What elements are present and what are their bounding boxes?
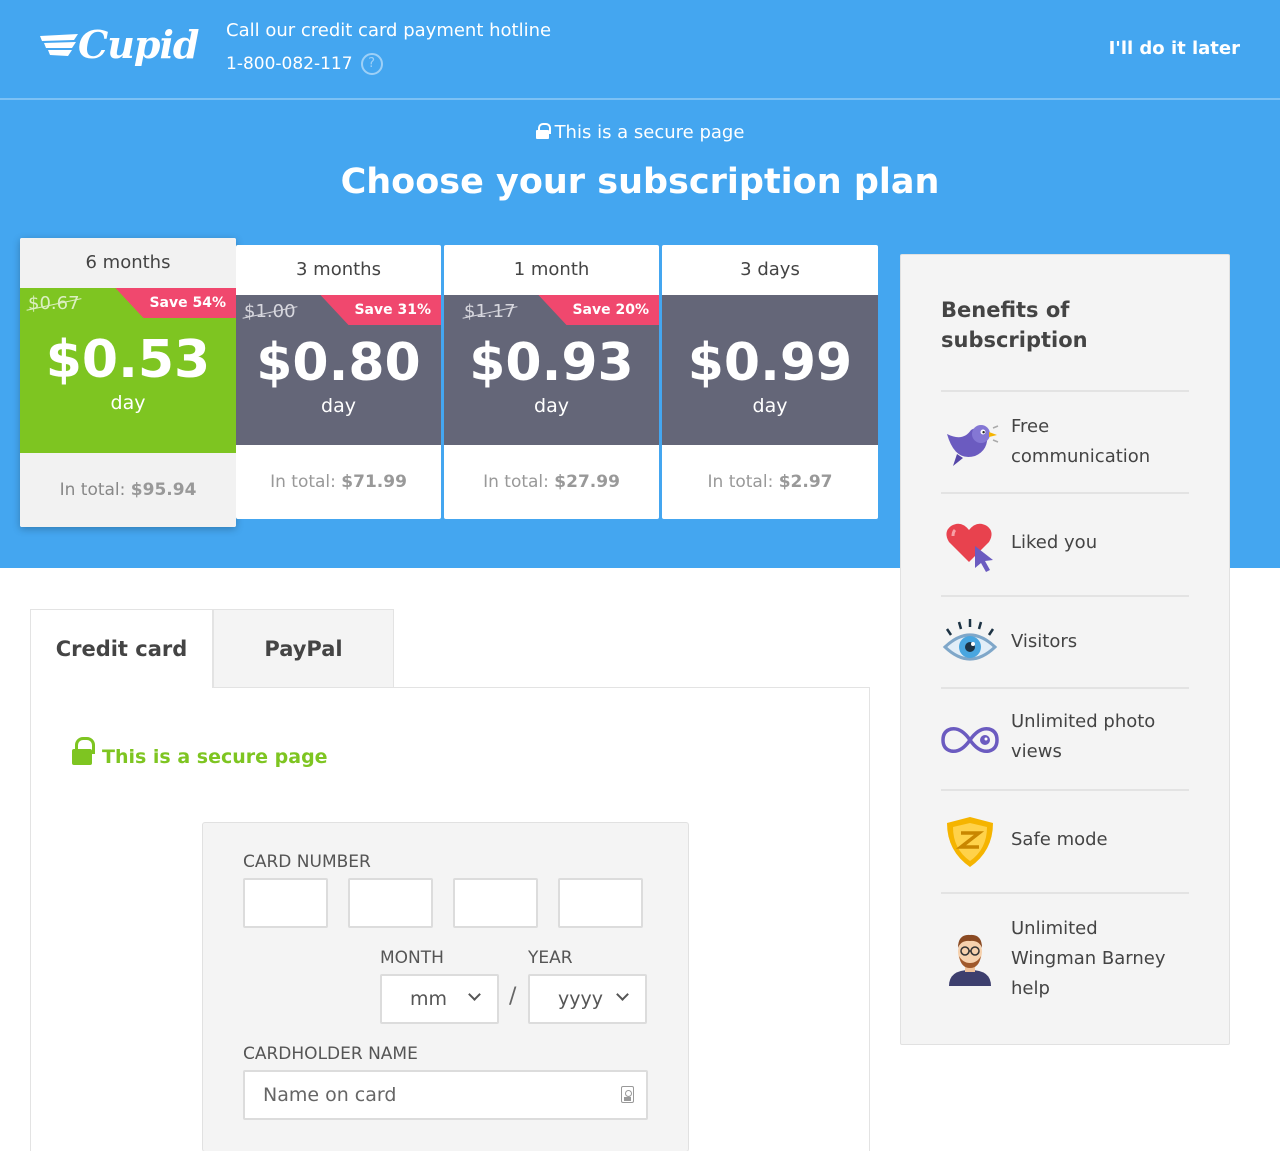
card-number-field-3[interactable] bbox=[453, 878, 538, 928]
total-label: In total: bbox=[483, 472, 549, 492]
later-link[interactable]: I'll do it later bbox=[1109, 38, 1240, 59]
total-label: In total: bbox=[707, 472, 774, 492]
benefit-label: Unlimited Wingman Barney help bbox=[1011, 918, 1166, 999]
old-price: $1.17 bbox=[464, 301, 516, 322]
secure-page-notice-payment: This is a secure page bbox=[72, 737, 328, 768]
chevron-down-icon bbox=[468, 988, 481, 1001]
plan-price: $0.80 bbox=[256, 333, 421, 393]
plan-per: day bbox=[321, 395, 356, 417]
save-badge: Save 20% bbox=[538, 295, 659, 325]
plan-price-box: $1.00 Save 31% $0.80 day bbox=[236, 295, 441, 445]
month-label: MONTH bbox=[380, 948, 444, 968]
plan-3-months[interactable]: 3 months $1.00 Save 31% $0.80 day In tot… bbox=[236, 245, 441, 519]
benefit-free-communication: Free communication bbox=[941, 390, 1189, 492]
logo-text: Cupid bbox=[78, 22, 199, 67]
wingman-avatar-icon bbox=[949, 934, 991, 986]
bird-icon bbox=[947, 425, 999, 466]
save-badge: Save 54% bbox=[115, 288, 236, 318]
benefit-label: Safe mode bbox=[1011, 829, 1108, 850]
benefit-label: Liked you bbox=[1011, 532, 1098, 553]
cupid-logo[interactable]: Cupid bbox=[38, 18, 199, 80]
total-label: In total: bbox=[270, 472, 336, 492]
plan-duration: 3 days bbox=[740, 259, 800, 280]
plan-per: day bbox=[752, 395, 788, 417]
plan-price-box: $0.67 Save 54% $0.53 day bbox=[20, 288, 236, 453]
save-badge: Save 31% bbox=[320, 295, 441, 325]
hotline-phone-number: 1-800-082-117 bbox=[226, 54, 353, 74]
plan-total: In total: $2.97 bbox=[662, 445, 878, 519]
card-number-field-1[interactable] bbox=[243, 878, 328, 928]
benefit-label: Visitors bbox=[1011, 631, 1078, 652]
plan-price: $0.99 bbox=[687, 333, 853, 393]
month-value: mm bbox=[410, 988, 448, 1010]
total-value: $95.94 bbox=[130, 480, 197, 500]
year-value: yyyy bbox=[558, 988, 603, 1010]
lock-icon bbox=[535, 123, 551, 139]
plan-per: day bbox=[110, 392, 146, 414]
card-number-field-4[interactable] bbox=[558, 878, 643, 928]
benefit-safe-mode: Safe mode bbox=[941, 789, 1189, 892]
plan-price-box: $0.99 day bbox=[662, 295, 878, 445]
benefits-panel: Benefits of subscription Free communicat… bbox=[900, 254, 1230, 1045]
benefit-label: Free communication bbox=[1011, 416, 1151, 467]
plan-duration: 6 months bbox=[20, 238, 236, 288]
plan-duration: 3 months bbox=[296, 259, 381, 280]
shield-icon bbox=[947, 817, 993, 867]
total-label: In total: bbox=[59, 480, 126, 500]
chevron-down-icon bbox=[616, 988, 629, 1001]
benefit-label: Unlimited photo views bbox=[1011, 711, 1156, 762]
secure-text: This is a secure page bbox=[102, 746, 328, 768]
secure-text: This is a secure page bbox=[554, 122, 745, 143]
infinity-eye-icon bbox=[941, 726, 999, 754]
plan-per: day bbox=[534, 395, 569, 417]
plan-total: In total: $95.94 bbox=[20, 453, 236, 527]
hotline: Call our credit card payment hotline 1-8… bbox=[226, 20, 551, 75]
plan-duration: 1 month bbox=[513, 259, 590, 280]
card-number-label: CARD NUMBER bbox=[243, 852, 371, 872]
date-separator: / bbox=[509, 984, 517, 1009]
secure-page-notice: This is a secure page bbox=[0, 122, 1280, 143]
contact-card-icon bbox=[621, 1086, 634, 1103]
page-title: Choose your subscription plan bbox=[340, 162, 940, 202]
eye-icon bbox=[942, 619, 998, 661]
old-price: $0.67 bbox=[28, 293, 80, 314]
benefit-wingman-barney: Unlimited Wingman Barney help bbox=[941, 892, 1189, 1022]
hotline-phone: 1-800-082-117? bbox=[226, 53, 551, 75]
heart-cursor-icon bbox=[946, 523, 993, 572]
plan-total: In total: $71.99 bbox=[236, 445, 441, 519]
plan-total: In total: $27.99 bbox=[444, 445, 659, 519]
card-number-field-2[interactable] bbox=[348, 878, 433, 928]
plan-1-month[interactable]: 1 month $1.17 Save 20% $0.93 day In tota… bbox=[444, 245, 659, 519]
lock-icon bbox=[72, 737, 95, 765]
total-value: $71.99 bbox=[341, 472, 407, 492]
benefit-liked-you: Liked you bbox=[941, 492, 1189, 595]
benefit-visitors: Visitors bbox=[941, 595, 1189, 687]
old-price: $1.00 bbox=[244, 301, 296, 322]
year-label: YEAR bbox=[528, 948, 573, 968]
help-icon[interactable]: ? bbox=[360, 53, 383, 75]
cardholder-placeholder: Name on card bbox=[263, 1084, 397, 1106]
benefit-unlimited-photo-views: Unlimited photo views bbox=[941, 687, 1189, 789]
tab-credit-card[interactable]: Credit card bbox=[30, 609, 213, 688]
cardholder-label: CARDHOLDER NAME bbox=[243, 1044, 418, 1064]
hotline-label: Call our credit card payment hotline bbox=[226, 20, 552, 41]
cardholder-name-input[interactable]: Name on card bbox=[243, 1070, 648, 1120]
plan-price-box: $1.17 Save 20% $0.93 day bbox=[444, 295, 659, 445]
top-bar: Cupid Call our credit card payment hotli… bbox=[0, 0, 1280, 100]
month-select[interactable]: mm bbox=[380, 974, 499, 1024]
plan-6-months[interactable]: 6 months $0.67 Save 54% $0.53 day In tot… bbox=[20, 238, 236, 527]
plan-price: $0.53 bbox=[45, 330, 211, 390]
plan-price: $0.93 bbox=[469, 333, 634, 393]
total-value: $27.99 bbox=[554, 472, 620, 492]
plan-3-days[interactable]: 3 days $0.99 day In total: $2.97 bbox=[662, 245, 878, 519]
tab-paypal[interactable]: PayPal bbox=[213, 609, 394, 688]
benefits-title: Benefits of subscription bbox=[941, 298, 1088, 352]
total-value: $2.97 bbox=[778, 472, 833, 492]
year-select[interactable]: yyyy bbox=[528, 974, 647, 1024]
